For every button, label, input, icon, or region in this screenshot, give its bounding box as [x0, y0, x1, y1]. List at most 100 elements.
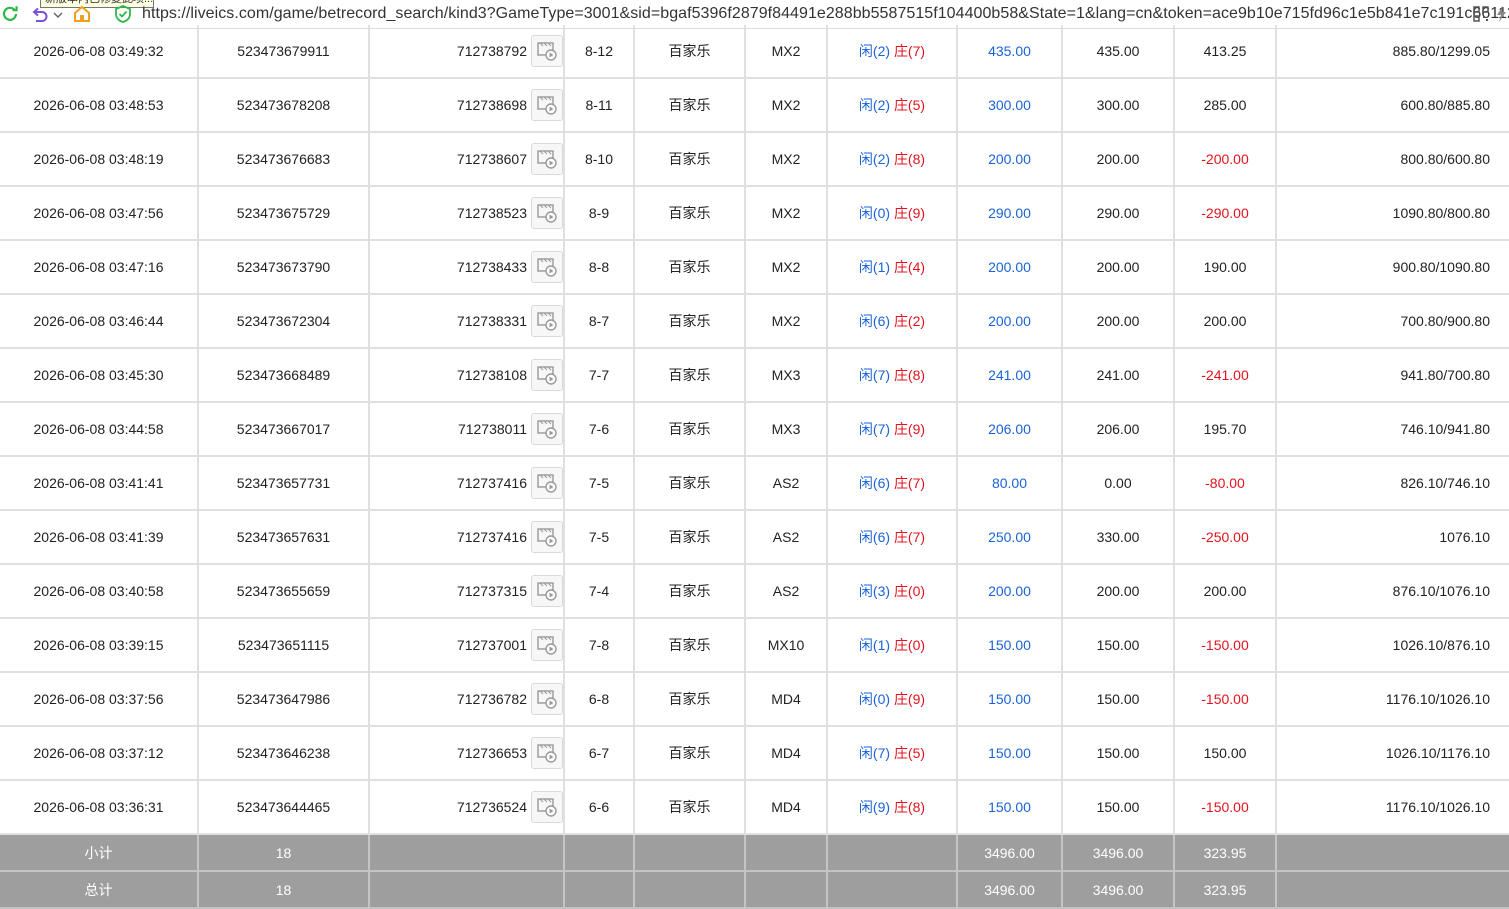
balance: 876.10/1076.10	[1276, 564, 1509, 619]
balance: 1026.10/1176.10	[1276, 726, 1509, 781]
video-replay-button[interactable]	[531, 737, 562, 769]
video-replay-button[interactable]	[531, 467, 562, 499]
balance: 885.80/1299.05	[1276, 25, 1509, 79]
video-replay-button[interactable]	[531, 521, 562, 553]
result-cell: 闲(1) 庄(4)	[827, 240, 958, 295]
bet-records-table: 2026-06-08 03:49:32 523473679911 712738792…	[0, 25, 1509, 909]
result-cell: 闲(6) 庄(7)	[827, 456, 958, 511]
round-cell: 712738523	[369, 186, 565, 241]
win-loss: -250.00	[1174, 510, 1277, 565]
video-replay-icon	[536, 148, 558, 170]
round-cell: 712738331	[369, 294, 565, 349]
lightning-icon[interactable]	[1494, 4, 1509, 24]
video-replay-icon	[536, 202, 558, 224]
video-replay-button[interactable]	[531, 575, 562, 607]
video-replay-button[interactable]	[531, 629, 562, 661]
video-replay-button[interactable]	[531, 35, 562, 67]
refresh-icon[interactable]	[0, 4, 20, 24]
shoe-hand: 8-7	[564, 294, 635, 349]
chevron-down-icon[interactable]	[52, 4, 64, 24]
bet-time: 2026-06-08 03:48:53	[0, 78, 199, 133]
video-replay-button[interactable]	[531, 305, 562, 337]
shoe-hand: 7-6	[564, 402, 635, 457]
bet-amount: 200.00	[957, 564, 1063, 619]
bet-amount: 150.00	[957, 618, 1063, 673]
total-win: 323.95	[1174, 871, 1277, 909]
video-replay-button[interactable]	[531, 251, 562, 283]
valid-bet: 200.00	[1062, 132, 1175, 187]
table-code: MX2	[745, 25, 828, 79]
shoe-hand: 7-7	[564, 348, 635, 403]
bet-time: 2026-06-08 03:37:56	[0, 672, 199, 727]
bet-amount: 200.00	[957, 132, 1063, 187]
bet-number: 523473647986	[198, 672, 370, 727]
result-cell: 闲(0) 庄(9)	[827, 672, 958, 727]
bet-time: 2026-06-08 03:41:39	[0, 510, 199, 565]
round-cell: 712737315	[369, 564, 565, 619]
video-replay-button[interactable]	[531, 413, 562, 445]
table-row: 2026-06-08 03:49:32 523473679911 712738792…	[0, 25, 1509, 79]
player-result: 闲(1)	[858, 637, 891, 653]
banker-result: 庄(8)	[893, 799, 926, 815]
shoe-hand: 8-10	[564, 132, 635, 187]
video-replay-button[interactable]	[531, 143, 562, 175]
balance: 941.80/700.80	[1276, 348, 1509, 403]
video-replay-icon	[536, 796, 558, 818]
bet-time: 2026-06-08 03:47:56	[0, 186, 199, 241]
balance: 600.80/885.80	[1276, 78, 1509, 133]
round-number: 712736524	[456, 799, 527, 815]
bet-time: 2026-06-08 03:46:44	[0, 294, 199, 349]
video-replay-button[interactable]	[531, 197, 562, 229]
win-loss: 200.00	[1174, 564, 1277, 619]
subtotal-bet: 3496.00	[957, 834, 1063, 872]
shoe-hand: 8-12	[564, 25, 635, 79]
bet-amount: 290.00	[957, 186, 1063, 241]
banker-result: 庄(8)	[893, 151, 926, 167]
win-loss: -80.00	[1174, 456, 1277, 511]
player-result: 闲(0)	[858, 691, 891, 707]
video-replay-button[interactable]	[531, 683, 562, 715]
bet-number: 523473657731	[198, 456, 370, 511]
shoe-hand: 7-4	[564, 564, 635, 619]
subtotal-win: 323.95	[1174, 834, 1277, 872]
banker-result: 庄(7)	[893, 475, 926, 491]
win-loss: -241.00	[1174, 348, 1277, 403]
round-number: 712738108	[456, 367, 527, 383]
url-field[interactable]: https://liveics.com/game/betrecord_searc…	[142, 5, 1509, 23]
video-replay-button[interactable]	[531, 791, 562, 823]
undo-back-icon[interactable]	[29, 4, 49, 24]
game-type: 百家乐	[634, 672, 746, 727]
round-cell: 712737416	[369, 456, 565, 511]
round-cell: 712738698	[369, 78, 565, 133]
bet-time: 2026-06-08 03:37:12	[0, 726, 199, 781]
video-replay-button[interactable]	[531, 359, 562, 391]
table-code: MX3	[745, 402, 828, 457]
player-result: 闲(1)	[858, 259, 891, 275]
valid-bet: 150.00	[1062, 780, 1175, 835]
game-type: 百家乐	[634, 780, 746, 835]
balance: 1090.80/800.80	[1276, 186, 1509, 241]
game-type: 百家乐	[634, 132, 746, 187]
video-replay-button[interactable]	[531, 89, 562, 121]
shoe-hand: 6-6	[564, 780, 635, 835]
win-loss: 285.00	[1174, 78, 1277, 133]
shoe-hand: 7-5	[564, 510, 635, 565]
result-cell: 闲(7) 庄(5)	[827, 726, 958, 781]
home-icon[interactable]	[72, 4, 92, 24]
bet-amount: 300.00	[957, 78, 1063, 133]
table-row: 2026-06-08 03:40:58 523473655659 712737315…	[0, 564, 1509, 619]
game-type: 百家乐	[634, 25, 746, 79]
round-number: 712738523	[456, 205, 527, 221]
balance: 1176.10/1026.10	[1276, 780, 1509, 835]
bet-time: 2026-06-08 03:47:16	[0, 240, 199, 295]
video-replay-icon	[536, 418, 558, 440]
qr-code-icon[interactable]	[1471, 4, 1491, 24]
round-number: 712736782	[456, 691, 527, 707]
valid-bet: 150.00	[1062, 672, 1175, 727]
game-type: 百家乐	[634, 726, 746, 781]
shoe-hand: 8-11	[564, 78, 635, 133]
round-number: 712737416	[456, 475, 527, 491]
round-number: 712738331	[456, 313, 527, 329]
round-cell: 712737001	[369, 618, 565, 673]
valid-bet: 206.00	[1062, 402, 1175, 457]
